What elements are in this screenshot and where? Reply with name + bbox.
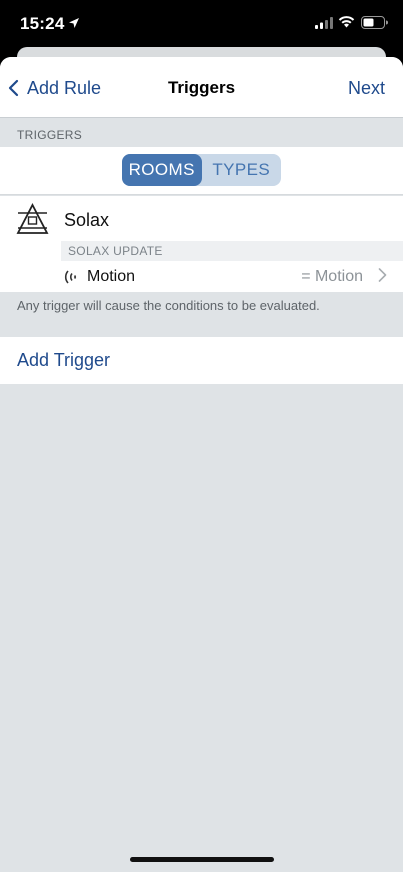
status-bar: 15:24 <box>0 0 403 48</box>
trigger-row[interactable]: Motion = Motion <box>61 261 403 292</box>
device-name: Solax <box>64 210 110 230</box>
triggers-sheet: Add Rule Triggers Next TRIGGERS ROOMS TY… <box>0 57 403 872</box>
segment-rooms[interactable]: ROOMS <box>122 154 202 186</box>
device-section: Solax SOLAX UPDATE Motion = Motion <box>0 196 403 292</box>
status-time: 15:24 <box>20 14 65 33</box>
rooms-types-segmented-control: ROOMS TYPES <box>122 154 281 186</box>
segment-types[interactable]: TYPES <box>202 154 282 186</box>
event-group-header: SOLAX UPDATE <box>61 241 403 261</box>
page-title: Triggers <box>167 78 236 97</box>
footer-note: Any trigger will cause the conditions to… <box>17 298 320 313</box>
trigger-label: Motion <box>87 268 136 285</box>
navigation-bar: Add Rule Triggers Next <box>0 57 403 118</box>
home-indicator[interactable] <box>130 857 274 862</box>
add-trigger-button[interactable]: Add Trigger <box>0 337 403 384</box>
chevron-right-icon <box>378 268 387 282</box>
location-arrow-icon <box>69 18 79 28</box>
battery-icon <box>361 16 388 29</box>
add-trigger-label: Add Trigger <box>17 350 111 370</box>
trigger-value: = Motion <box>301 268 363 285</box>
segment-area: ROOMS TYPES <box>0 147 403 195</box>
cellular-signal-icon <box>315 17 333 29</box>
solar-inverter-icon <box>16 203 49 234</box>
wifi-icon <box>338 16 355 28</box>
next-button[interactable]: Next <box>348 78 385 99</box>
motion-waves-icon <box>64 270 77 284</box>
event-group-label: SOLAX UPDATE <box>68 244 163 258</box>
section-header: TRIGGERS <box>17 128 83 142</box>
